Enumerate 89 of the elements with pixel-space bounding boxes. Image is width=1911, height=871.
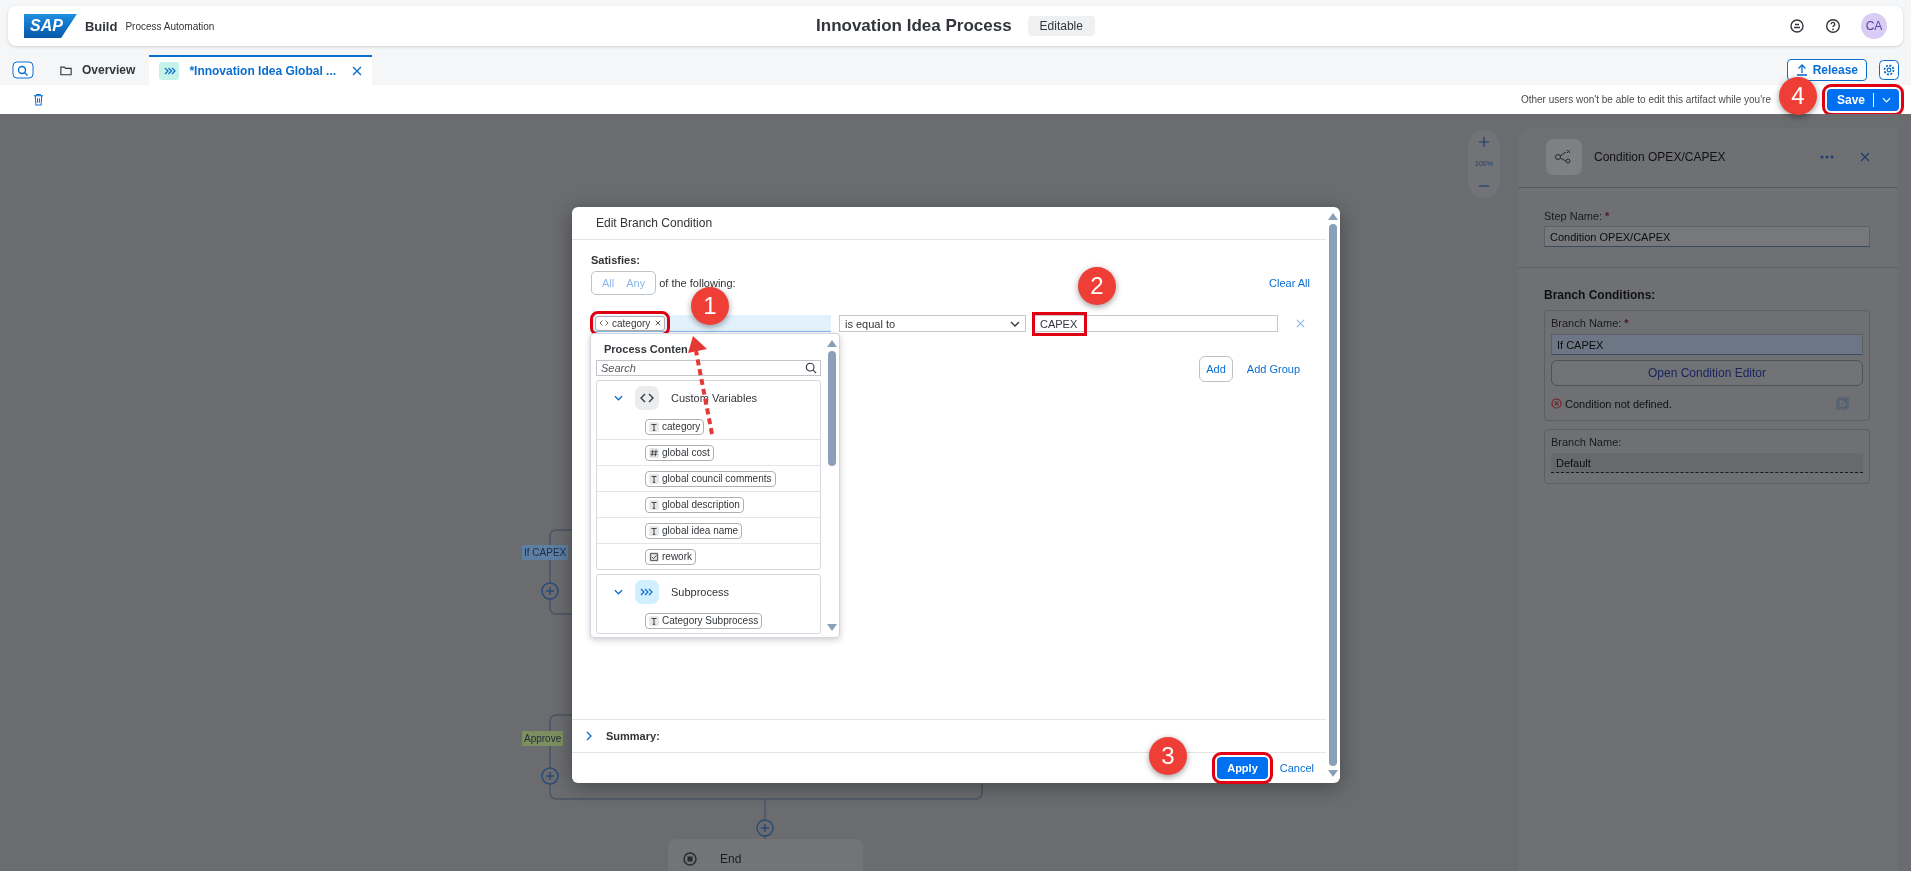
text-type-icon	[649, 499, 659, 510]
text-type-icon	[649, 473, 659, 484]
error-icon	[1551, 398, 1562, 409]
branch-name-field[interactable]: Default	[1551, 453, 1863, 473]
release-button[interactable]: Release	[1786, 59, 1867, 81]
following-label: of the following:	[659, 277, 736, 289]
scroll-down-icon[interactable]	[1328, 770, 1338, 777]
sap-logo[interactable]: SAP	[24, 14, 77, 38]
step-name-field[interactable]: Condition OPEX/CAPEX	[1544, 226, 1870, 247]
upload-icon	[1795, 64, 1808, 76]
editor-tab[interactable]: *Innovation Idea Global ...	[149, 55, 373, 85]
lock-notice: Other users won't be able to edit this artifact while you're	[1520, 94, 1771, 105]
field-label: Branch Name:	[1551, 317, 1622, 329]
panel-title: Condition OPEX/CAPEX	[1594, 150, 1727, 164]
text-type-icon	[649, 615, 659, 626]
operator-dropdown[interactable]: is equal to	[839, 315, 1026, 332]
required-mark: *	[1624, 317, 1629, 329]
scrollbar-thumb[interactable]	[828, 351, 836, 466]
caret-icon	[1882, 96, 1891, 103]
add-button[interactable]: Add	[1199, 356, 1233, 382]
checkbox-icon	[649, 551, 659, 562]
clear-all-link[interactable]: Clear All	[1269, 277, 1310, 289]
scroll-up-icon[interactable]	[1328, 213, 1338, 220]
chat-icon[interactable]	[1789, 18, 1805, 34]
chevron-icon	[614, 588, 623, 595]
branch-label[interactable]: Approve	[522, 731, 564, 746]
text-type-icon	[649, 525, 659, 536]
open-editor-button[interactable]: Open Condition Editor	[1551, 360, 1863, 386]
folder-icon	[60, 64, 72, 76]
caret-icon	[1010, 320, 1020, 327]
variable-chip[interactable]: rework	[645, 548, 696, 565]
variable-chip[interactable]: category	[645, 418, 705, 435]
section-heading: Branch Conditions:	[1544, 288, 1657, 302]
more-icon[interactable]	[1820, 155, 1834, 159]
editor-tab[interactable]: Overview	[50, 55, 146, 85]
dialog-title: Edit Branch Condition	[572, 207, 1326, 240]
chevrons-icon	[635, 579, 659, 604]
branch-label[interactable]: If CAPEX	[522, 545, 569, 560]
variable-chip[interactable]: global cost	[645, 444, 714, 461]
chevrons-icon	[159, 62, 180, 80]
trash-icon[interactable]	[33, 93, 44, 106]
product-subtitle: Process Automation	[125, 20, 215, 32]
variable-chip[interactable]: global description	[645, 496, 744, 513]
user-avatar[interactable]: CA	[1861, 13, 1887, 39]
navigation-icon[interactable]	[12, 61, 34, 79]
status-badge: Editable	[1027, 16, 1095, 36]
text-type-icon	[649, 421, 659, 432]
branch-name-field[interactable]: If CAPEX	[1551, 334, 1863, 355]
picker-heading: Process Conten	[603, 342, 689, 357]
search-icon[interactable]	[805, 362, 817, 374]
required-mark: *	[1605, 210, 1610, 222]
close-icon[interactable]	[352, 66, 363, 76]
variable-chip[interactable]: global idea name	[645, 522, 743, 539]
branch-icon	[1546, 139, 1582, 175]
scroll-up-icon[interactable]	[827, 340, 837, 347]
expand-icon[interactable]	[1836, 397, 1849, 410]
step-number-badge: 4	[1778, 76, 1817, 115]
help-icon[interactable]	[1825, 18, 1841, 34]
add-icon[interactable]	[541, 582, 559, 600]
settings-icon[interactable]	[1879, 60, 1899, 80]
search-field[interactable]: Search	[596, 360, 821, 376]
code-icon	[599, 319, 609, 327]
variable-chip[interactable]: global council comments	[645, 470, 776, 487]
chevron-icon	[614, 394, 623, 401]
add-group-link[interactable]: Add Group	[1246, 363, 1300, 375]
stop-icon	[682, 851, 698, 867]
hash-icon	[649, 447, 659, 458]
satisfies-label: Satisfies:	[591, 254, 641, 266]
remove-icon[interactable]	[655, 320, 662, 326]
add-icon[interactable]	[756, 819, 774, 837]
group-header[interactable]: Subprocess	[597, 575, 820, 608]
scrollbar-thumb[interactable]	[1329, 224, 1337, 766]
cancel-link[interactable]: Cancel	[1279, 762, 1314, 774]
code-icon	[635, 385, 659, 410]
field-label: Branch Name:	[1551, 436, 1622, 448]
step-number-badge: 3	[1149, 737, 1187, 775]
product-name: Build	[84, 18, 118, 34]
field-label: Step Name:	[1544, 210, 1603, 222]
variable-chip[interactable]: Category Subprocess	[645, 612, 763, 629]
scroll-down-icon[interactable]	[827, 624, 837, 631]
close-icon[interactable]	[1860, 152, 1870, 162]
end-node[interactable]: End	[668, 839, 863, 871]
add-icon[interactable]	[541, 767, 559, 785]
step-number-badge: 2	[1078, 267, 1116, 305]
project-title: Innovation Idea Process	[816, 16, 1012, 36]
zoom-in-icon[interactable]	[1479, 136, 1489, 147]
chevron-icon	[586, 731, 592, 741]
error-message: Condition not defined.	[1565, 397, 1674, 410]
group-header[interactable]: Custom Variables	[597, 381, 820, 414]
